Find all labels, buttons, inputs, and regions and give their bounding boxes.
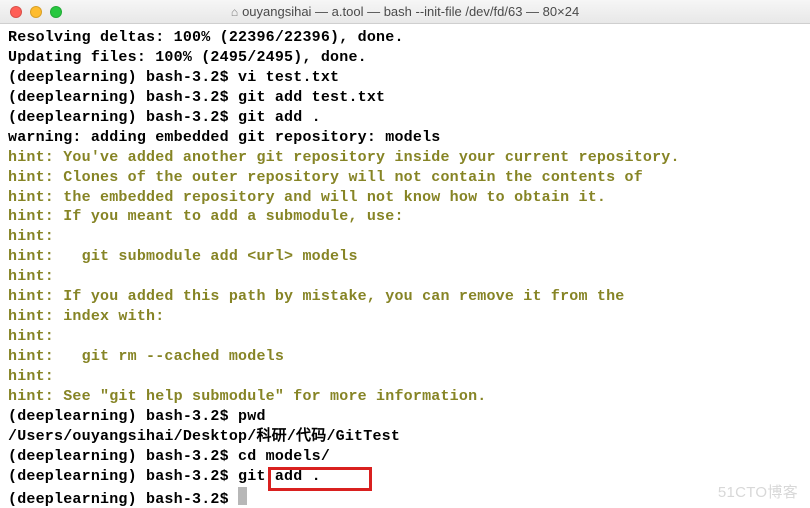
terminal-cursor	[238, 487, 247, 505]
terminal-line: Resolving deltas: 100% (22396/22396), do…	[8, 28, 802, 48]
terminal-line: (deeplearning) bash-3.2$ cd models/	[8, 447, 802, 467]
terminal-line: hint: the embedded repository and will n…	[8, 188, 802, 208]
terminal-line: /Users/ouyangsihai/Desktop/科研/代码/GitTest	[8, 427, 802, 447]
window-titlebar: ⌂ ouyangsihai — a.tool — bash --init-file…	[0, 0, 810, 24]
terminal-line: hint:	[8, 367, 802, 387]
terminal-line: hint:	[8, 327, 802, 347]
window-title-text: ouyangsihai — a.tool — bash --init-file …	[242, 4, 579, 19]
terminal-line: hint: git rm --cached models	[8, 347, 802, 367]
terminal-line: (deeplearning) bash-3.2$ pwd	[8, 407, 802, 427]
terminal-viewport[interactable]: Resolving deltas: 100% (22396/22396), do…	[0, 24, 810, 508]
watermark-text: 51CTO博客	[718, 481, 798, 502]
home-icon: ⌂	[231, 5, 238, 19]
terminal-line: hint: If you meant to add a submodule, u…	[8, 207, 802, 227]
terminal-line: hint: You've added another git repositor…	[8, 148, 802, 168]
terminal-line: hint:	[8, 267, 802, 287]
terminal-line: warning: adding embedded git repository:…	[8, 128, 802, 148]
terminal-line: (deeplearning) bash-3.2$ git add .	[8, 108, 802, 128]
terminal-line: Updating files: 100% (2495/2495), done.	[8, 48, 802, 68]
terminal-line: (deeplearning) bash-3.2$ vi test.txt	[8, 68, 802, 88]
terminal-line: hint: index with:	[8, 307, 802, 327]
window-title: ⌂ ouyangsihai — a.tool — bash --init-file…	[0, 4, 810, 19]
terminal-line: hint: Clones of the outer repository wil…	[8, 168, 802, 188]
terminal-line: hint: If you added this path by mistake,…	[8, 287, 802, 307]
terminal-line: hint:	[8, 227, 802, 247]
terminal-line: (deeplearning) bash-3.2$	[8, 487, 802, 508]
terminal-line: hint: git submodule add <url> models	[8, 247, 802, 267]
terminal-line: hint: See "git help submodule" for more …	[8, 387, 802, 407]
terminal-line: (deeplearning) bash-3.2$ git add test.tx…	[8, 88, 802, 108]
terminal-line: (deeplearning) bash-3.2$ git add .	[8, 467, 802, 487]
